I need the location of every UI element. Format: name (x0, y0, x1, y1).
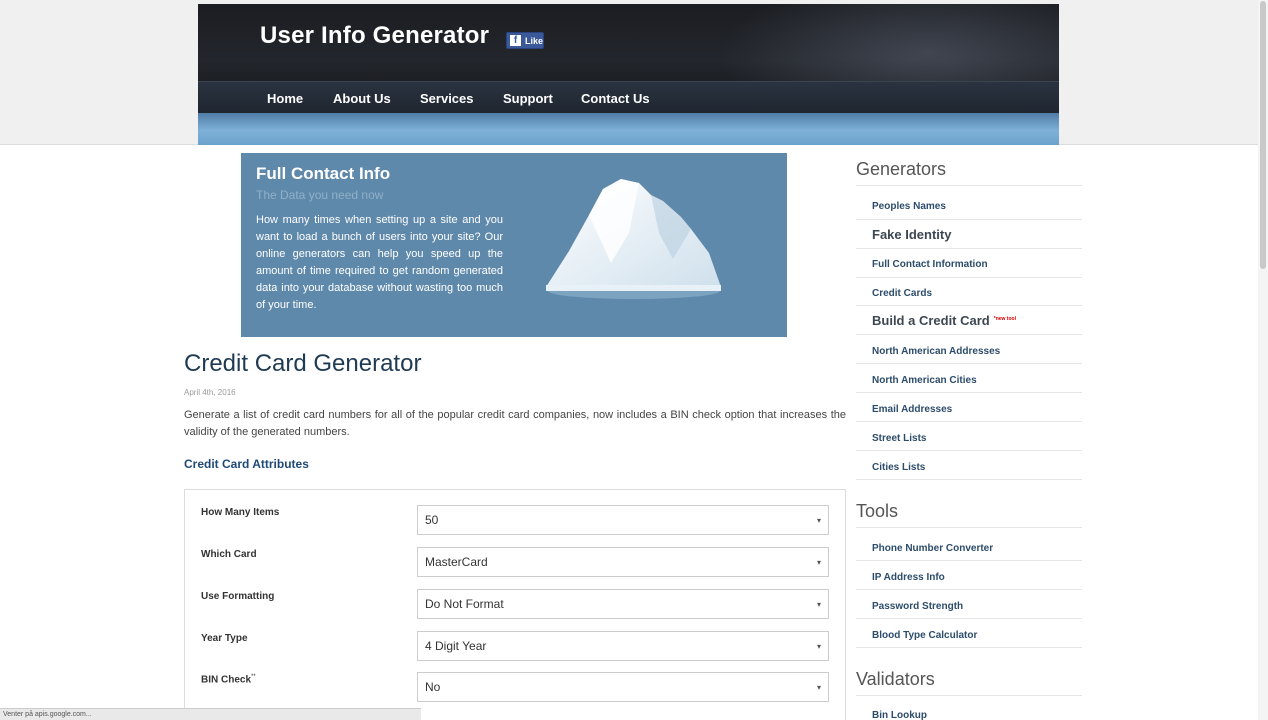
divider (856, 589, 1082, 590)
divider (856, 334, 1082, 335)
bin-check-footnote-mark: ** (251, 674, 256, 680)
formatting-select[interactable]: Do Not Format ▾ (417, 589, 829, 619)
divider (856, 277, 1082, 278)
facebook-icon: f (510, 35, 521, 46)
sidebar-item-cities-lists[interactable]: Cities Lists (872, 462, 925, 473)
site-title[interactable]: User Info Generator (260, 22, 489, 50)
divider (856, 527, 1082, 528)
formatting-label: Use Formatting (201, 591, 275, 602)
which-card-value: MasterCard (425, 555, 488, 569)
page-description: Generate a list of credit card numbers f… (184, 409, 846, 438)
build-credit-card-label: Build a Credit Card (872, 313, 990, 328)
divider (856, 305, 1082, 306)
bin-check-select[interactable]: No ▾ (417, 672, 829, 702)
form-section-title: Credit Card Attributes (184, 457, 309, 471)
dropdown-arrow-icon: ▾ (816, 683, 821, 692)
scrollbar-thumb[interactable] (1260, 1, 1266, 269)
nav-services[interactable]: Services (420, 91, 474, 106)
year-type-select[interactable]: 4 Digit Year ▾ (417, 631, 829, 661)
sidebar-item-phone-converter[interactable]: Phone Number Converter (872, 543, 993, 554)
divider (856, 363, 1082, 364)
hero-subtitle: The Data you need now (256, 188, 384, 202)
sidebar-item-blood-type[interactable]: Blood Type Calculator (872, 630, 977, 641)
divider (856, 392, 1082, 393)
divider (856, 185, 1082, 186)
year-type-value: 4 Digit Year (425, 639, 487, 653)
page-title: Credit Card Generator (184, 350, 422, 377)
how-many-label: How Many Items (201, 507, 280, 518)
divider (856, 647, 1082, 648)
nav-support[interactable]: Support (503, 91, 553, 106)
hero-text: How many times when setting up a site an… (256, 214, 503, 311)
bin-check-label: BIN Check** (201, 674, 256, 685)
sidebar-item-password-strength[interactable]: Password Strength (872, 601, 963, 612)
vertical-scrollbar[interactable] (1258, 0, 1268, 720)
bin-check-label-text: BIN Check (201, 674, 252, 686)
bin-check-value: No (425, 680, 441, 694)
formatting-value: Do Not Format (425, 597, 504, 611)
like-label: Like (524, 35, 543, 46)
sidebar-item-fake-identity[interactable]: Fake Identity (872, 227, 951, 242)
how-many-value: 50 (425, 513, 439, 527)
main-nav: Home About Us Services Support Contact U… (198, 81, 1059, 113)
main-content: Credit Card Generator April 4th, 2016 Ge… (184, 350, 846, 720)
hero-title: Full Contact Info (256, 164, 391, 183)
divider (856, 248, 1082, 249)
credit-card-form: How Many Items 50 ▾ Which Card MasterCar… (184, 489, 846, 720)
sidebar-item-na-addresses[interactable]: North American Addresses (872, 346, 1000, 357)
nav-about-us[interactable]: About Us (333, 91, 391, 106)
form-row-which-card: Which Card MasterCard ▾ (200, 547, 830, 577)
nav-home[interactable]: Home (267, 91, 303, 106)
sidebar-item-street-lists[interactable]: Street Lists (872, 433, 926, 444)
divider (856, 219, 1082, 220)
sidebar-item-na-cities[interactable]: North American Cities (872, 375, 977, 386)
sidebar-tools-title: Tools (856, 501, 899, 521)
dropdown-arrow-icon: ▾ (816, 642, 821, 651)
header-blue-band (198, 113, 1059, 145)
facebook-like-button[interactable]: f Like (506, 32, 544, 49)
divider (856, 450, 1082, 451)
iceberg-icon (546, 179, 721, 299)
divider (856, 421, 1082, 422)
post-date: April 4th, 2016 (184, 388, 236, 397)
form-row-how-many: How Many Items 50 ▾ (200, 505, 830, 535)
dropdown-arrow-icon: ▾ (816, 600, 821, 609)
form-row-year-type: Year Type 4 Digit Year ▾ (200, 631, 830, 661)
browser-status-bar: Venter på apis.google.com... (0, 708, 421, 720)
sidebar-item-credit-cards[interactable]: Credit Cards (872, 288, 932, 299)
sidebar-item-peoples-names[interactable]: Peoples Names (872, 201, 946, 212)
year-type-label: Year Type (201, 633, 248, 644)
which-card-label: Which Card (201, 549, 257, 560)
sidebar-item-bin-lookup[interactable]: Bin Lookup (872, 710, 927, 720)
sidebar-generators-title: Generators (856, 159, 947, 179)
sidebar-item-build-credit-card[interactable]: Build a Credit Card *new tool (872, 313, 1016, 328)
which-card-select[interactable]: MasterCard ▾ (417, 547, 829, 577)
dropdown-arrow-icon: ▾ (816, 516, 821, 525)
hero-banner: Full Contact Info The Data you need now … (241, 153, 787, 337)
form-row-bin-check: BIN Check** No ▾ (200, 672, 830, 702)
sidebar-item-ip-address-info[interactable]: IP Address Info (872, 572, 945, 583)
divider (856, 618, 1082, 619)
sidebar-item-full-contact[interactable]: Full Contact Information (872, 259, 988, 270)
how-many-select[interactable]: 50 ▾ (417, 505, 829, 535)
divider (856, 560, 1082, 561)
sidebar-item-email-addresses[interactable]: Email Addresses (872, 404, 952, 415)
divider (856, 695, 1082, 696)
new-tool-badge: *new tool (993, 315, 1016, 322)
form-row-formatting: Use Formatting Do Not Format ▾ (200, 589, 830, 619)
dropdown-arrow-icon: ▾ (816, 558, 821, 567)
divider (856, 479, 1082, 480)
sidebar-validators-title: Validators (856, 669, 935, 689)
nav-contact-us[interactable]: Contact Us (581, 91, 650, 106)
site-header: User Info Generator f Like Home About Us… (198, 4, 1059, 145)
